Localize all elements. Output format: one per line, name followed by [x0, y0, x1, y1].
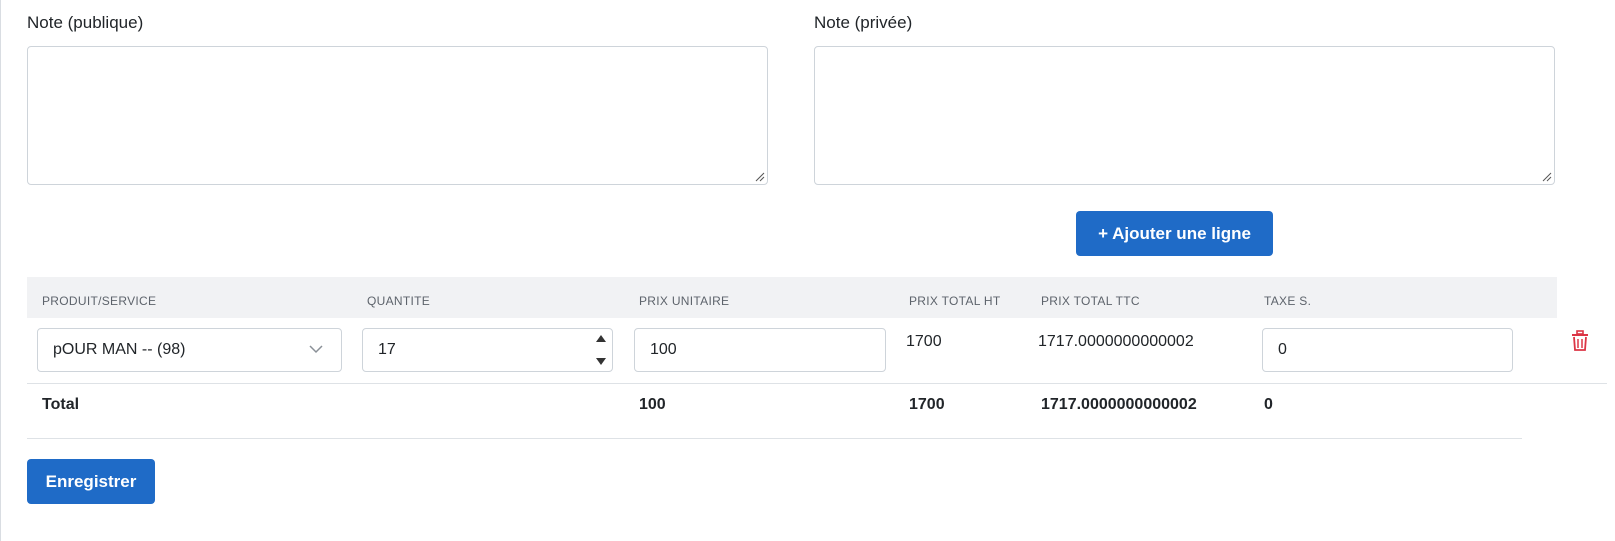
- totals-unit-price: 100: [639, 396, 666, 413]
- resize-grip-icon[interactable]: [755, 172, 765, 182]
- total-ht-value: 1700: [906, 333, 942, 350]
- totals-total-ttc: 1717.0000000000002: [1041, 396, 1197, 413]
- chevron-down-icon: [309, 345, 323, 354]
- quantity-value: 17: [378, 341, 396, 358]
- public-note-textarea[interactable]: [27, 46, 768, 185]
- page-left-border: [0, 0, 1, 541]
- tax-input[interactable]: 0: [1262, 328, 1513, 372]
- increment-arrow-icon[interactable]: [594, 333, 608, 345]
- header-unit-price: PRIX UNITAIRE: [639, 294, 730, 308]
- trash-icon[interactable]: [1570, 330, 1590, 352]
- header-total-ht: PRIX TOTAL HT: [909, 294, 1001, 308]
- totals-tax: 0: [1264, 396, 1273, 413]
- product-select-value: pOUR MAN -- (98): [53, 341, 186, 358]
- resize-grip-icon[interactable]: [1542, 172, 1552, 182]
- save-button[interactable]: Enregistrer: [27, 459, 155, 504]
- row-divider: [27, 383, 1607, 384]
- header-product: PRODUIT/SERVICE: [42, 294, 157, 308]
- header-total-ttc: PRIX TOTAL TTC: [1041, 294, 1140, 308]
- product-select[interactable]: pOUR MAN -- (98): [37, 328, 342, 372]
- private-note-label: Note (privée): [814, 13, 913, 32]
- header-quantity: QUANTITE: [367, 294, 431, 308]
- totals-total-ht: 1700: [909, 396, 945, 413]
- unit-price-input[interactable]: 100: [634, 328, 886, 372]
- quantity-stepper[interactable]: 17: [362, 328, 613, 372]
- header-tax: TAXE S.: [1264, 294, 1312, 308]
- decrement-arrow-icon[interactable]: [594, 355, 608, 367]
- totals-divider: [27, 438, 1522, 439]
- private-note-textarea[interactable]: [814, 46, 1555, 185]
- totals-label: Total: [42, 396, 80, 413]
- table-header: [27, 277, 1557, 318]
- unit-price-value: 100: [650, 341, 677, 358]
- public-note-label: Note (publique): [27, 13, 144, 32]
- add-line-button[interactable]: + Ajouter une ligne: [1076, 211, 1273, 256]
- total-ttc-value: 1717.0000000000002: [1038, 333, 1194, 350]
- tax-value: 0: [1278, 341, 1287, 358]
